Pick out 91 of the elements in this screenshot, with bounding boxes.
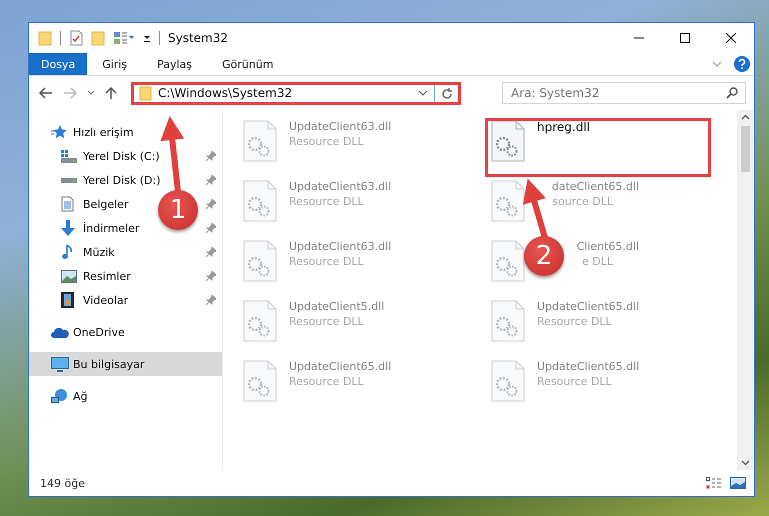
sidebar-item[interactable]: Resimler	[29, 264, 135, 288]
down-arrow-icon	[61, 220, 75, 236]
sidebar-item[interactable]: İndirmeler	[29, 216, 144, 240]
dll-file-icon[interactable]	[491, 180, 525, 222]
pin-icon[interactable]	[206, 295, 216, 305]
pin-icon[interactable]	[206, 223, 216, 233]
sidebar-item[interactable]: Yerel Disk (C:)	[29, 144, 164, 168]
dll-file-icon[interactable]	[491, 360, 525, 402]
file-type: e DLL	[582, 255, 613, 268]
ribbon-tab[interactable]: Paylaş	[142, 53, 207, 75]
thumbnail-view-icon[interactable]	[730, 477, 746, 489]
file-type: Resource DLL	[289, 375, 365, 388]
ribbon-tab[interactable]: Görünüm	[207, 53, 288, 75]
dll-file-icon[interactable]	[491, 240, 525, 282]
expand-ribbon-icon[interactable]	[712, 61, 722, 67]
document-icon	[61, 196, 74, 212]
file-name[interactable]: Client65.dll	[576, 240, 639, 253]
dll-file-icon[interactable]	[243, 120, 277, 162]
new-folder-icon[interactable]	[91, 30, 105, 46]
help-icon[interactable]	[734, 56, 750, 72]
file-name[interactable]: UpdateClient63.dll	[289, 120, 392, 133]
file-name[interactable]: dateClient65.dll	[552, 180, 639, 193]
file-type: Resource DLL	[537, 315, 613, 328]
sidebar-item[interactable]: Müzik	[29, 240, 119, 264]
dll-file-icon[interactable]	[243, 240, 277, 282]
properties-icon[interactable]	[69, 30, 83, 46]
dll-file-icon[interactable]	[491, 120, 525, 162]
customize-toolbar-icon[interactable]	[143, 33, 151, 43]
address-field[interactable]: C:\Windows\System32	[131, 82, 461, 104]
sidebar-item[interactable]: Bu bilgisayar	[29, 352, 222, 376]
folder-icon[interactable]	[38, 30, 52, 46]
file-name[interactable]: UpdateClient63.dll	[289, 180, 392, 193]
dll-file-icon[interactable]	[243, 300, 277, 342]
annotation-arrow	[522, 178, 548, 239]
minimize-icon	[634, 37, 644, 39]
file-type: Resource DLL	[289, 135, 365, 148]
ribbon-tab[interactable]: Giriş	[87, 53, 142, 75]
sidebar-item[interactable]: OneDrive	[29, 320, 129, 344]
folder-icon	[139, 86, 152, 100]
network-icon	[51, 388, 68, 404]
file-name[interactable]: hpreg.dll	[537, 120, 590, 134]
forward-arrow-icon[interactable]	[63, 87, 77, 99]
pin-icon[interactable]	[206, 175, 216, 185]
up-arrow-icon[interactable]	[105, 86, 117, 100]
sidebar-item[interactable]: Ağ	[29, 384, 92, 408]
scrollbar[interactable]	[737, 110, 754, 470]
pin-icon[interactable]	[206, 199, 216, 209]
monitor-icon	[51, 356, 69, 372]
film-icon	[61, 292, 74, 308]
file-name[interactable]: UpdateClient5.dll	[289, 300, 384, 313]
scroll-up-icon[interactable]	[741, 114, 750, 120]
view-options-icon[interactable]	[113, 31, 135, 45]
sidebar-item[interactable]: Hızlı erişim	[29, 120, 138, 144]
pin-icon[interactable]	[206, 271, 216, 281]
file-name[interactable]: UpdateClient63.dll	[289, 240, 392, 253]
maximize-icon	[680, 33, 690, 43]
ribbon-tab[interactable]: Dosya	[29, 53, 88, 75]
file-name[interactable]: UpdateClient65.dll	[537, 300, 640, 313]
search-icon[interactable]	[726, 87, 738, 99]
recent-locations-icon[interactable]	[87, 90, 95, 96]
music-note-icon	[61, 244, 73, 260]
back-arrow-icon[interactable]	[39, 87, 53, 99]
window-title: System32	[168, 31, 228, 45]
file-name[interactable]: UpdateClient65.dll	[289, 360, 392, 373]
pin-icon[interactable]	[206, 151, 216, 161]
item-count: 149 öğe	[40, 476, 85, 490]
search-field[interactable]: Ara: System32	[502, 82, 746, 104]
picture-icon	[61, 270, 77, 282]
drive-icon	[61, 178, 77, 182]
star-icon	[51, 125, 67, 139]
cloud-icon	[51, 326, 69, 338]
sidebar-item[interactable]: Belgeler	[29, 192, 132, 216]
file-type: Resource DLL	[289, 255, 365, 268]
scroll-thumb[interactable]	[741, 126, 750, 172]
dropdown-chevron-icon[interactable]	[418, 90, 428, 96]
close-icon	[726, 33, 736, 43]
pin-icon[interactable]	[206, 247, 216, 257]
file-type: source DLL	[552, 195, 613, 208]
drive-icon	[61, 150, 77, 162]
dll-file-icon[interactable]	[243, 360, 277, 402]
sidebar-item[interactable]: Yerel Disk (D:)	[29, 168, 165, 192]
sidebar-item[interactable]: Videolar	[29, 288, 132, 312]
refresh-icon[interactable]	[441, 86, 453, 100]
dll-file-icon[interactable]	[243, 180, 277, 222]
file-name[interactable]: UpdateClient65.dll	[537, 360, 640, 373]
file-type: Resource DLL	[289, 315, 365, 328]
dll-file-icon[interactable]	[491, 300, 525, 342]
scroll-down-icon[interactable]	[741, 460, 750, 466]
details-view-icon[interactable]	[706, 477, 722, 489]
file-type: Resource DLL	[537, 375, 613, 388]
file-type: Resource DLL	[289, 195, 365, 208]
